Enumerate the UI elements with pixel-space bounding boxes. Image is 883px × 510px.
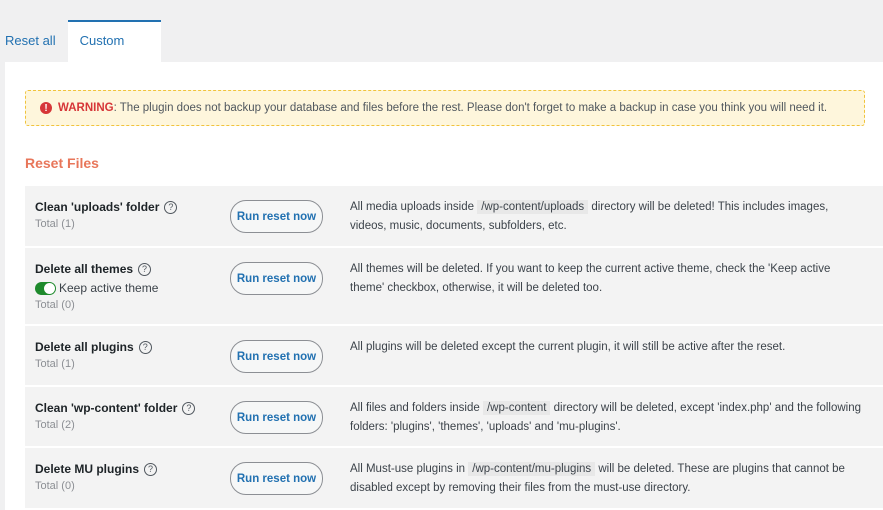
warning-label: WARNING xyxy=(58,102,114,114)
tab-reset-all[interactable]: Reset all xyxy=(5,20,68,62)
desc-text: All Must-use plugins in xyxy=(350,463,469,475)
row-description: All Must-use plugins in /wp-content/mu-p… xyxy=(350,448,883,508)
run-reset-button[interactable]: Run reset now xyxy=(230,401,323,434)
row-total: Total (1) xyxy=(35,358,75,370)
path-code: /wp-content/mu-plugins xyxy=(468,462,596,476)
reset-row-wp-content: Clean 'wp-content' folder? Total (2) Run… xyxy=(25,387,883,448)
row-title: Delete all plugins xyxy=(35,340,134,354)
section-title: Reset Files xyxy=(25,155,99,171)
toggle-label: Keep active theme xyxy=(59,281,159,295)
desc-text: All media uploads inside xyxy=(350,201,478,213)
run-reset-button[interactable]: Run reset now xyxy=(230,462,323,495)
desc-text: All files and folders inside xyxy=(350,402,483,414)
row-title: Delete all themes xyxy=(35,262,134,276)
help-icon[interactable]: ? xyxy=(138,340,152,354)
row-title: Clean 'uploads' folder xyxy=(35,200,160,214)
reset-row-uploads: Clean 'uploads' folder? Total (1) Run re… xyxy=(25,186,883,248)
path-code: /wp-content xyxy=(482,401,551,415)
reset-row-plugins: Delete all plugins? Total (1) Run reset … xyxy=(25,326,883,387)
row-description: All plugins will be deleted except the c… xyxy=(350,326,883,385)
run-reset-button[interactable]: Run reset now xyxy=(230,262,323,295)
desc-text: All plugins will be deleted except the c… xyxy=(350,341,786,353)
desc-text: All themes will be deleted. If you want … xyxy=(350,263,831,294)
warning-text: : The plugin does not backup your databa… xyxy=(113,102,828,114)
row-total: Total (1) xyxy=(35,218,75,230)
help-icon[interactable]: ? xyxy=(144,462,158,476)
row-title: Clean 'wp-content' folder xyxy=(35,401,178,415)
row-total: Total (0) xyxy=(35,480,75,492)
custom-reset-panel: ! WARNING: The plugin does not backup yo… xyxy=(5,62,883,510)
warning-notice: ! WARNING: The plugin does not backup yo… xyxy=(25,90,865,126)
row-total: Total (0) xyxy=(35,299,75,311)
exclamation-circle-icon: ! xyxy=(40,102,52,114)
help-icon[interactable]: ? xyxy=(182,401,196,415)
row-description: All media uploads inside /wp-content/upl… xyxy=(350,186,883,246)
run-reset-button[interactable]: Run reset now xyxy=(230,200,323,233)
keep-active-theme-toggle[interactable] xyxy=(35,281,56,295)
row-description: All themes will be deleted. If you want … xyxy=(350,248,883,324)
reset-row-mu-plugins: Delete MU plugins? Total (0) Run reset n… xyxy=(25,448,883,510)
path-code: /wp-content/uploads xyxy=(477,200,589,214)
help-icon[interactable]: ? xyxy=(164,200,178,214)
row-title: Delete MU plugins xyxy=(35,462,140,476)
tab-custom-reset[interactable]: Custom reset xyxy=(67,20,161,86)
help-icon[interactable]: ? xyxy=(138,262,152,276)
run-reset-button[interactable]: Run reset now xyxy=(230,340,323,373)
reset-files-list: Clean 'uploads' folder? Total (1) Run re… xyxy=(25,186,883,510)
row-description: All files and folders inside /wp-content… xyxy=(350,387,883,446)
reset-row-themes: Delete all themes? Keep active theme Tot… xyxy=(25,248,883,326)
tab-bar: Reset all Custom reset xyxy=(5,20,161,86)
row-total: Total (2) xyxy=(35,419,75,431)
